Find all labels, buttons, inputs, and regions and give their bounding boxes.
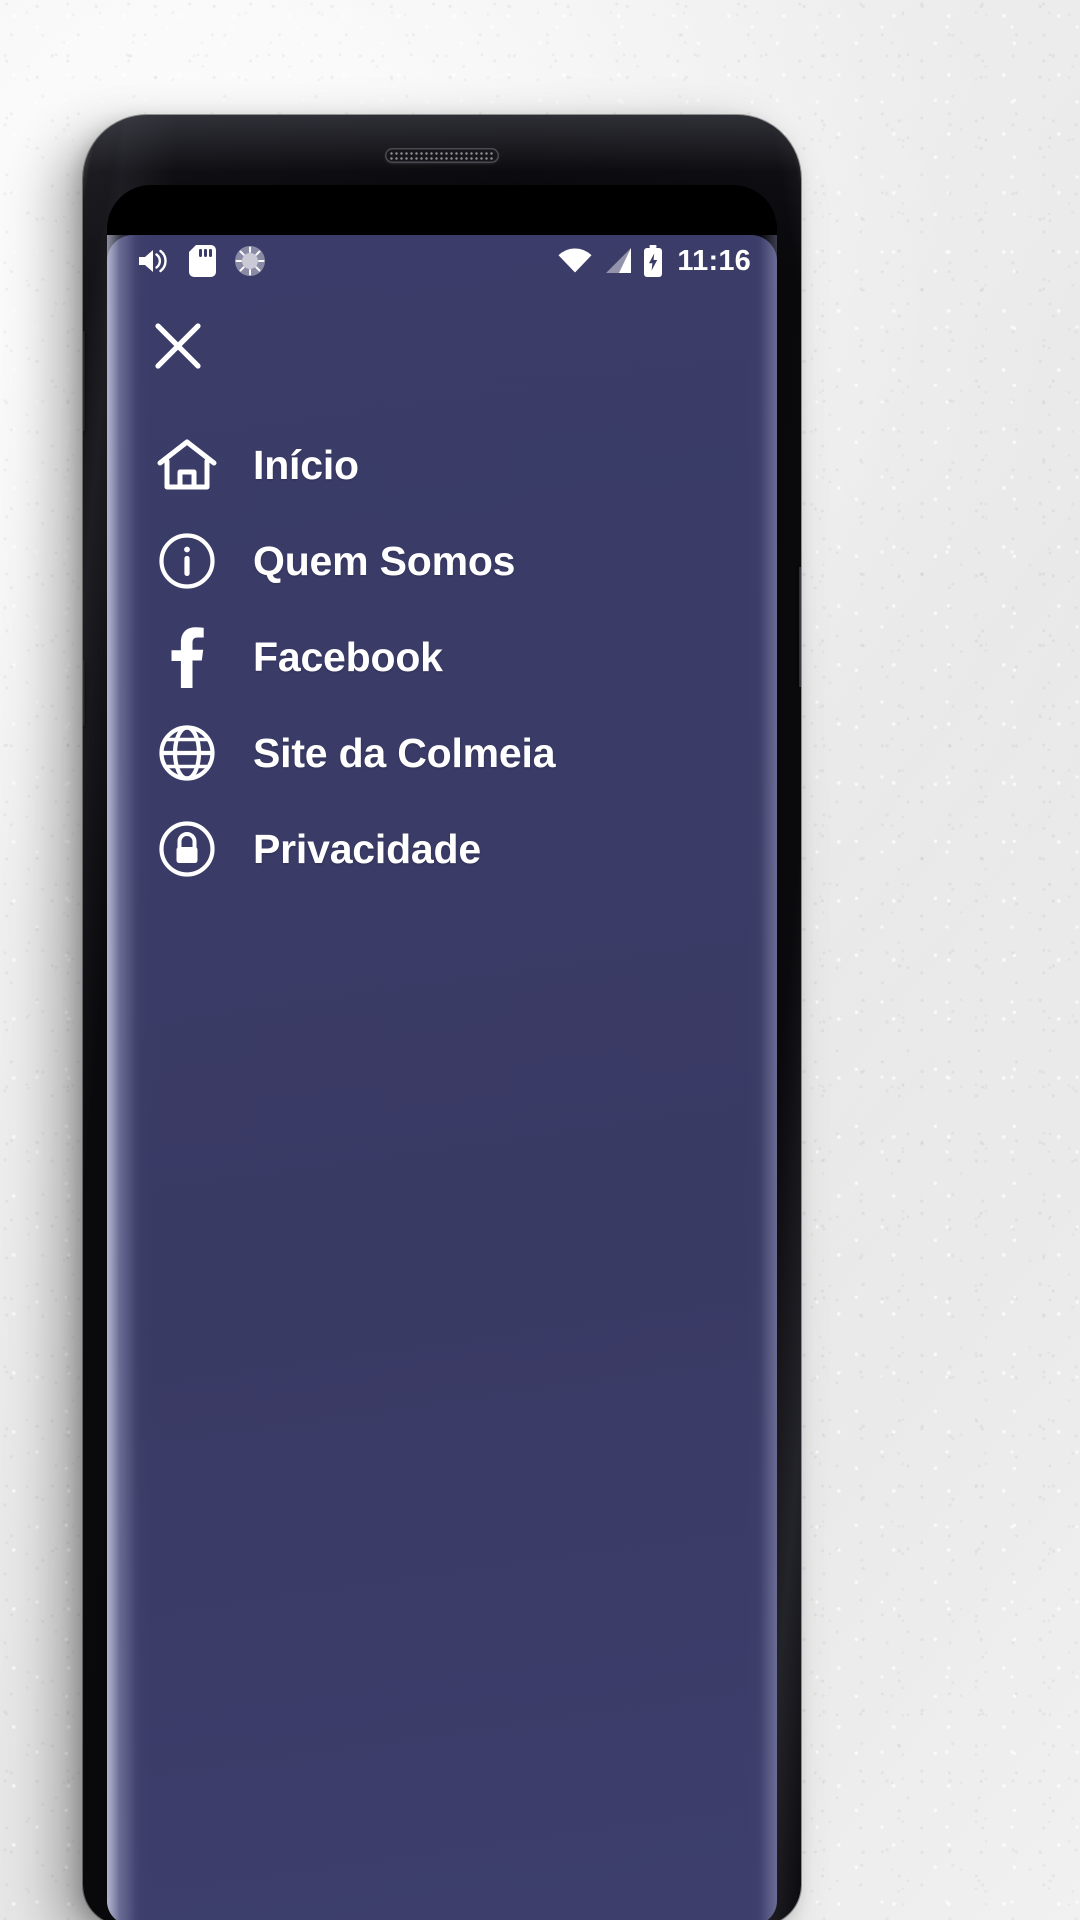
app-viewport: 11:16 Início Quem Somos Facebook Site da… <box>107 235 777 1920</box>
assistant-button[interactable] <box>83 660 85 726</box>
menu-item-privacidade[interactable]: Privacidade <box>107 801 777 897</box>
menu-item-label: Privacidade <box>253 825 481 872</box>
facebook-icon <box>143 626 231 688</box>
globe-icon <box>143 724 231 782</box>
menu-item-label: Site da Colmeia <box>253 729 556 776</box>
phone-screen: 11:16 Início Quem Somos Facebook Site da… <box>107 185 777 1920</box>
menu-item-label: Quem Somos <box>253 537 516 584</box>
earpiece-speaker <box>385 148 499 163</box>
close-button[interactable] <box>147 315 209 377</box>
menu-item-site-da-colmeia[interactable]: Site da Colmeia <box>107 705 777 801</box>
status-bar-clock: 11:16 <box>677 244 751 277</box>
menu-item-quem-somos[interactable]: Quem Somos <box>107 513 777 609</box>
volume-button[interactable] <box>83 331 85 431</box>
sd-card-icon <box>189 245 216 277</box>
volume-icon <box>139 249 167 273</box>
status-bar-left-icons <box>137 245 266 277</box>
home-icon <box>143 437 231 493</box>
drawer-menu-list: Início Quem Somos Facebook Site da Colme… <box>107 417 777 897</box>
status-bar: 11:16 <box>107 235 777 287</box>
menu-item-label: Início <box>253 441 359 488</box>
menu-item-label: Facebook <box>253 633 443 680</box>
lock-circle-icon <box>143 820 231 878</box>
sync-icon <box>235 246 265 276</box>
navigation-drawer: Início Quem Somos Facebook Site da Colme… <box>107 287 777 1920</box>
status-bar-right-icons: 11:16 <box>557 245 751 277</box>
phone-device: 11:16 Início Quem Somos Facebook Site da… <box>83 115 801 1920</box>
earpiece-mesh <box>389 150 495 161</box>
info-circle-icon <box>143 532 231 590</box>
menu-item-facebook[interactable]: Facebook <box>107 609 777 705</box>
battery-charging-icon <box>644 245 663 277</box>
power-button[interactable] <box>799 567 801 687</box>
close-icon <box>155 323 201 369</box>
menu-item-inicio[interactable]: Início <box>107 417 777 513</box>
wifi-icon <box>558 248 592 273</box>
signal-icon <box>606 248 632 273</box>
